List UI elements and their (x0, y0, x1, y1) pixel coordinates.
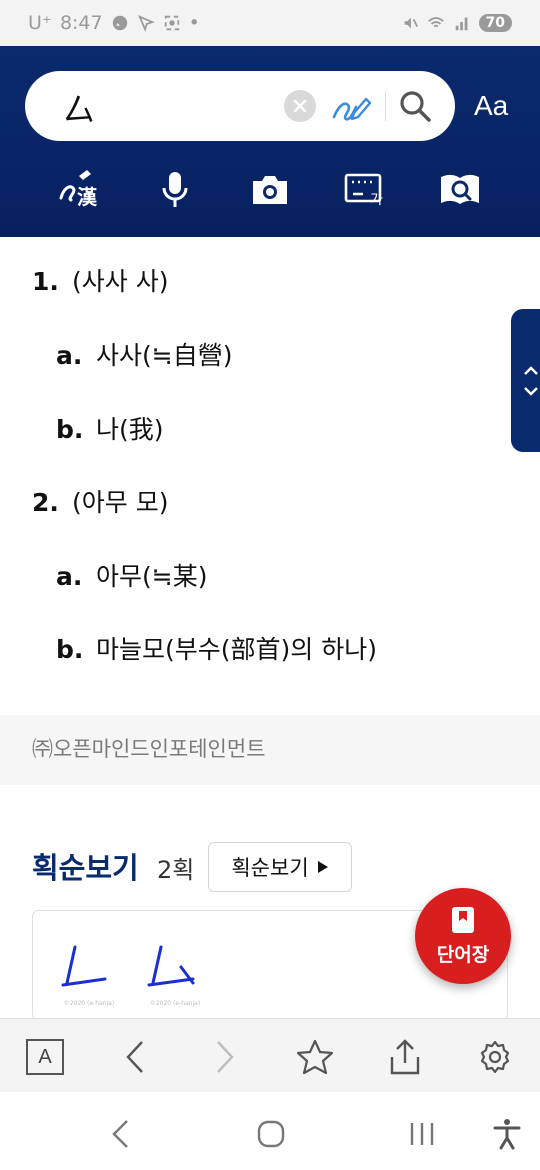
bottom-toolbar: A (0, 1018, 540, 1092)
back-button[interactable] (115, 1037, 155, 1077)
play-icon (317, 861, 328, 873)
font-size-button[interactable]: Aa (474, 90, 508, 122)
hanja-handwriting-button[interactable]: 漢 (55, 166, 105, 214)
meaning-letter: a. (56, 562, 83, 591)
vpn-icon (137, 14, 155, 32)
meaning-letter: b. (56, 635, 84, 664)
stroke-order-button[interactable]: 획순보기 (208, 842, 352, 892)
search-button[interactable] (397, 88, 433, 124)
system-home-button[interactable] (251, 1114, 291, 1154)
font-toggle-label: A (26, 1039, 64, 1075)
font-toggle-button[interactable]: A (25, 1037, 65, 1077)
share-icon (390, 1039, 420, 1075)
voice-search-button[interactable] (150, 166, 200, 214)
search-icon (400, 91, 431, 122)
system-nav-bar (0, 1092, 540, 1170)
close-icon (293, 99, 307, 113)
search-input[interactable]: 厶 (63, 85, 95, 131)
share-button[interactable] (385, 1037, 425, 1077)
battery-badge: 70 (478, 14, 512, 32)
home-icon (257, 1120, 285, 1148)
bookmark-icon (452, 906, 474, 933)
chevron-left-icon (126, 1041, 143, 1073)
meaning-text: 아무(≒某) (96, 562, 208, 591)
meaning-1a: a. 사사(≒自營) (56, 336, 232, 372)
handwriting-button[interactable] (330, 87, 372, 125)
dot-icon: • (188, 12, 200, 34)
keyboard-icon: 가 (344, 173, 383, 208)
camera-search-button[interactable] (245, 166, 295, 214)
recents-icon (410, 1123, 434, 1145)
favorite-button[interactable] (295, 1037, 335, 1077)
system-recents-button[interactable] (402, 1114, 442, 1154)
meaning-text: (사사 사) (72, 267, 169, 296)
scan-icon (164, 15, 179, 31)
stroke-order-title: 획순보기 (32, 851, 139, 885)
meaning-text: (아무 모) (72, 488, 169, 517)
copyright-text: ㈜오픈마인드인포테인먼트 (32, 737, 266, 761)
side-scroll-nav[interactable] (511, 309, 540, 452)
mute-icon (404, 17, 418, 29)
input-tools: 漢 가 (0, 166, 540, 216)
meaning-letter: a. (56, 341, 83, 370)
microphone-icon (162, 172, 188, 207)
meaning-2: 2. (아무 모) (32, 483, 168, 519)
meaning-text: 나(我) (96, 415, 164, 444)
stroke-caption: ©2020 (e-hanja) (63, 1000, 115, 1007)
stroke-step-2-image (147, 945, 195, 987)
stroke-count: 2획 (157, 856, 195, 884)
book-search-icon (441, 174, 479, 204)
settings-button[interactable] (475, 1037, 515, 1077)
whatsapp-icon (112, 15, 127, 31)
stroke-step-1-image (61, 945, 107, 987)
camera-icon (253, 176, 287, 204)
meaning-1b: b. 나(我) (56, 410, 164, 446)
chevron-right-icon (217, 1041, 234, 1073)
stroke-order-button-label: 획순보기 (231, 856, 309, 880)
stroke-step-1: ©2020 (e-hanja) (59, 941, 119, 1009)
meaning-2b: b. 마늘모(부수(部首)의 하나) (56, 630, 377, 666)
meaning-2a: a. 아무(≒某) (56, 557, 207, 593)
app-header: 厶 Aa 漢 가 (0, 46, 540, 237)
signal-icon (455, 17, 467, 31)
status-bar: U⁺ 8:47 • 70 (0, 0, 540, 46)
meaning-number: 1. (32, 267, 59, 296)
meaning-text: 마늘모(부수(部首)의 하나) (96, 635, 377, 664)
handwriting-icon (332, 97, 372, 121)
back-arrow-icon (112, 1120, 128, 1148)
wordbook-label: 단어장 (436, 943, 490, 966)
wifi-icon (427, 17, 444, 28)
stroke-caption: ©2020 (e-hanja) (149, 1000, 201, 1007)
system-back-button[interactable] (100, 1114, 140, 1154)
chevron-up-icon[interactable] (523, 364, 539, 376)
copyright-section: ㈜오픈마인드인포테인먼트 (0, 715, 540, 785)
chevron-down-icon[interactable] (523, 386, 539, 398)
wordbook-fab[interactable]: 단어장 (415, 888, 511, 984)
forward-button[interactable] (205, 1037, 245, 1077)
search-bar[interactable]: 厶 (25, 71, 455, 141)
meaning-text: 사사(≒自營) (96, 341, 233, 370)
keyboard-input-button[interactable]: 가 (340, 166, 390, 214)
meaning-1: 1. (사사 사) (32, 262, 168, 298)
time-label: 8:47 (59, 12, 103, 34)
meaning-number: 2. (32, 488, 59, 517)
carrier-label: U⁺ (28, 12, 52, 34)
stroke-step-2: ©2020 (e-hanja) (145, 941, 205, 1009)
svg-text:漢: 漢 (77, 185, 98, 209)
accessibility-button[interactable] (487, 1114, 527, 1154)
book-search-button[interactable] (435, 166, 485, 214)
clear-button[interactable] (284, 90, 316, 122)
gear-icon (480, 1040, 510, 1074)
svg-text:가: 가 (370, 192, 383, 208)
star-icon (296, 1039, 334, 1075)
meaning-letter: b. (56, 415, 84, 444)
search-divider (385, 91, 386, 121)
accessibility-icon (493, 1119, 521, 1150)
handwriting-hanja-icon: 漢 (59, 170, 98, 209)
